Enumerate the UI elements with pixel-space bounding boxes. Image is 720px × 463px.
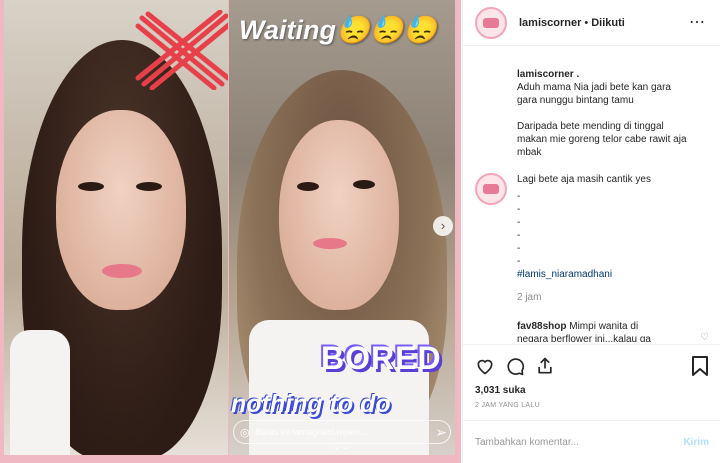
caption-username[interactable]: lamiscorner .	[517, 68, 703, 81]
camera-icon: ◎	[240, 426, 250, 439]
header-separator: •	[584, 16, 589, 29]
bookmark-icon[interactable]	[691, 355, 709, 377]
story-sticker-bored: BORED	[321, 340, 442, 376]
clothing	[10, 330, 70, 455]
reply-line: -	[517, 243, 521, 254]
caption-comment: lamiscorner . Aduh mama Nia jadi bete ka…	[463, 68, 720, 159]
comment-input[interactable]	[475, 436, 684, 448]
post-comment-button[interactable]: Kirim	[683, 437, 709, 448]
lips	[102, 264, 142, 278]
caption-line: mbak	[517, 147, 542, 158]
next-comment: fav88shop Mimpi wanita di negara berflow…	[463, 320, 720, 342]
reply-line: -	[517, 191, 521, 202]
share-icon[interactable]	[535, 356, 555, 376]
comment-time: 2 jam	[517, 292, 542, 303]
eye-right	[136, 182, 162, 191]
story-text-waiting: Waiting😓😓😓	[239, 15, 437, 45]
comment-username[interactable]: fav88shop	[517, 321, 566, 332]
reply-line: -	[517, 230, 521, 241]
add-comment-bar: Kirim	[463, 420, 720, 463]
avatar[interactable]	[475, 6, 507, 39]
comment-text: Mimpi wanita di	[569, 321, 639, 332]
caption-line: makan mie goreng telor cabe rawit aja	[517, 134, 687, 145]
face-shape	[56, 110, 186, 310]
hashtag-link[interactable]: #lamis_niaramadhani	[517, 268, 703, 281]
post-header: lamiscorner • Diikuti ⋯	[463, 0, 720, 46]
red-cross-icon	[135, 10, 228, 90]
comment-text: negara berflower ini...kalau ga	[517, 334, 651, 342]
story-reply-placeholder: Balas ke lamaghanl.mpen...	[255, 427, 367, 437]
eye-left	[297, 182, 319, 191]
face-shape	[279, 120, 399, 310]
reply-line: -	[517, 256, 521, 267]
reply-line: -	[517, 204, 521, 215]
like-count[interactable]: 3,031 suka	[475, 385, 707, 396]
story-photo-left	[4, 0, 228, 455]
send-icon: ➢	[435, 424, 447, 440]
story-sticker-nothing: nothing to do	[231, 390, 391, 418]
reply-comment: Lagi bete aja masih cantik yes - - - - -…	[463, 173, 720, 304]
story-page-dots: • •	[335, 444, 349, 453]
caption-line: Aduh mama Nia jadi bete kan gara	[517, 82, 671, 93]
reply-line: Lagi bete aja masih cantik yes	[517, 174, 651, 185]
post-actions: 3,031 suka 2 JAM YANG LALU	[463, 344, 720, 418]
comments-list[interactable]: lamiscorner . Aduh mama Nia jadi bete ka…	[463, 56, 720, 342]
post-date: 2 JAM YANG LALU	[475, 402, 540, 409]
like-comment-icon[interactable]: ♡	[700, 332, 709, 342]
post-panel: lamiscorner • Diikuti ⋯ lamiscorner . Ad…	[462, 0, 720, 463]
heart-icon[interactable]	[475, 356, 495, 376]
story-photo-right: Waiting😓😓😓 BORED nothing to do ◎ Balas k…	[229, 0, 455, 455]
eye-right	[353, 180, 375, 189]
comment-icon[interactable]	[505, 356, 525, 376]
caption-line: Daripada bete mending di tinggal	[517, 121, 664, 132]
header-username[interactable]: lamiscorner	[519, 17, 581, 29]
next-arrow-icon[interactable]: ›	[433, 216, 453, 236]
caption-line	[517, 107, 703, 120]
reply-line: -	[517, 217, 521, 228]
lips	[313, 238, 347, 249]
avatar[interactable]	[475, 173, 507, 205]
story-reply-bar: ◎ Balas ke lamaghanl.mpen...	[233, 420, 451, 444]
eye-left	[78, 182, 104, 191]
more-options-icon[interactable]: ⋯	[689, 12, 705, 32]
caption-line: gara nunggu bintang tamu	[517, 95, 634, 106]
follow-status[interactable]: Diikuti	[591, 17, 625, 29]
post-media: Waiting😓😓😓 BORED nothing to do ◎ Balas k…	[0, 0, 461, 463]
